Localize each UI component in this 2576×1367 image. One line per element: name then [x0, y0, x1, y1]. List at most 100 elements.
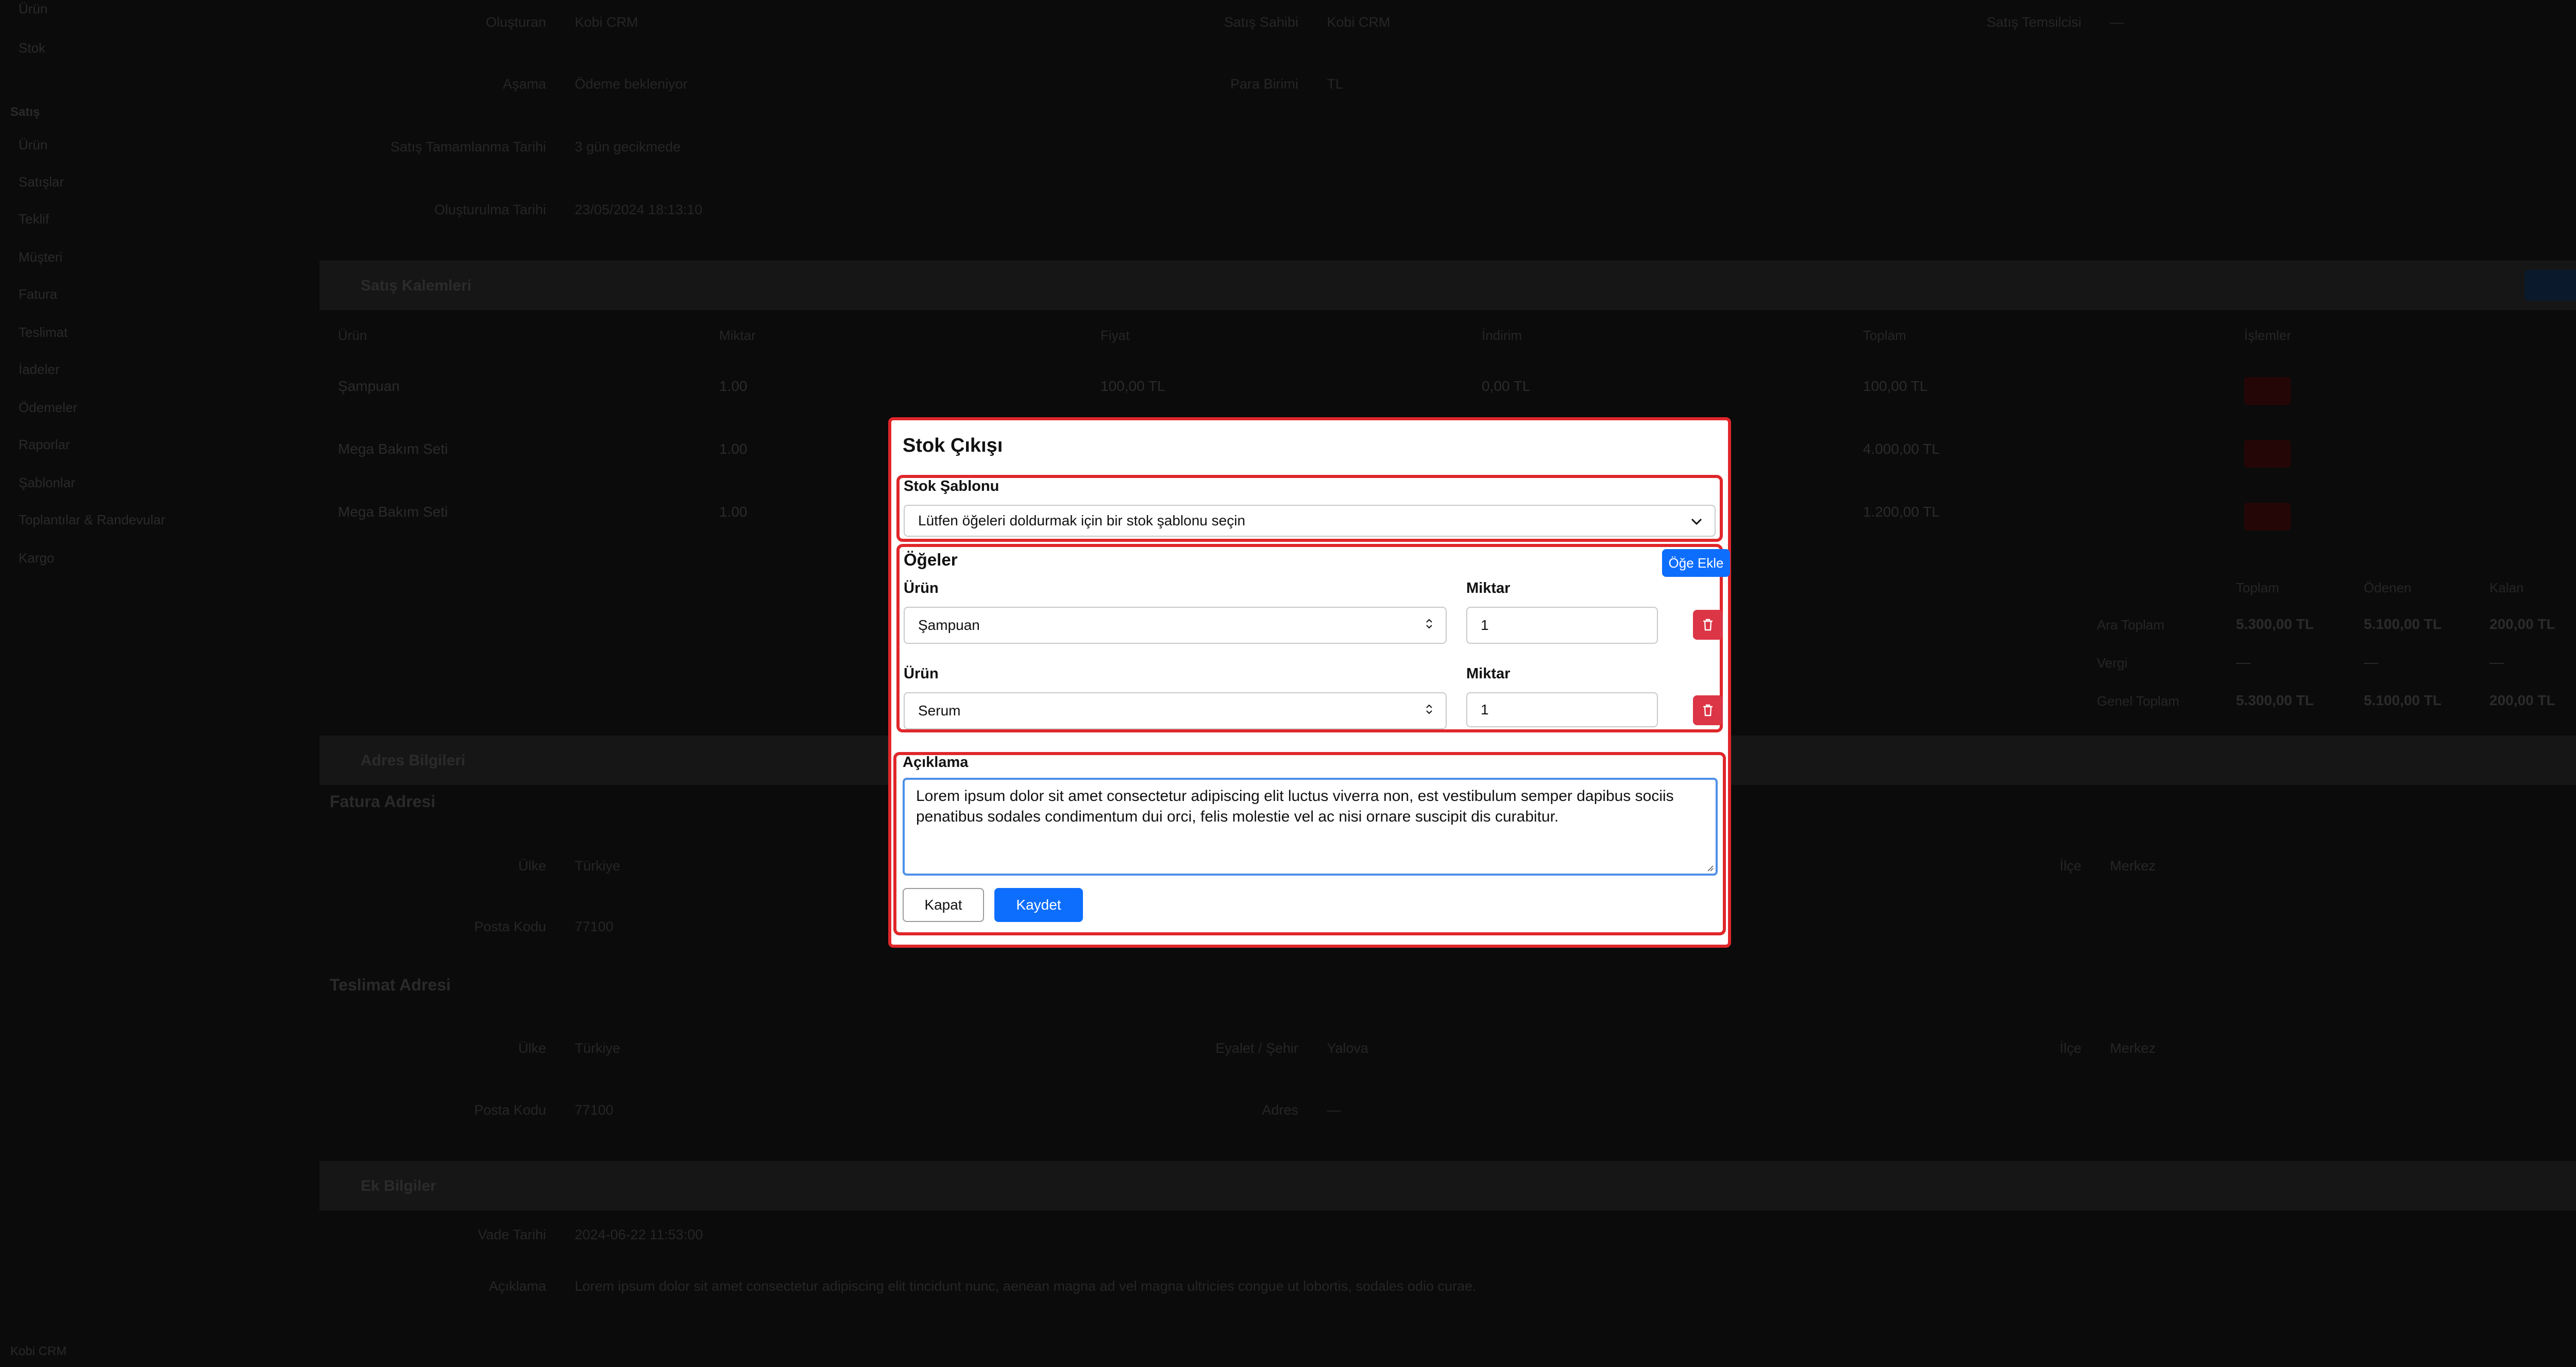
template-section: Stok Şablonu Lütfen öğeleri doldurmak iç… — [896, 475, 1723, 542]
table-cell: 0,00 TL — [1482, 378, 1531, 394]
sidebar-item[interactable]: Müşteri — [19, 249, 62, 265]
sidebar-item[interactable]: Raporlar — [19, 437, 70, 453]
address-row: Ülke Türkiye — [518, 1040, 621, 1056]
stock-out-modal: Stok Çıkışı Stok Şablonu Lütfen öğeleri … — [888, 417, 1731, 948]
table-cell: Mega Bakım Seti — [338, 441, 448, 457]
totals-value: 5.100,00 TL — [2364, 692, 2442, 708]
delete-row-button[interactable] — [2244, 503, 2291, 531]
table-cell: 100,00 TL — [1100, 378, 1165, 394]
table-header: Fiyat — [1100, 328, 1130, 343]
chevron-down-icon — [1691, 512, 1702, 529]
delete-row-button[interactable] — [2244, 440, 2291, 468]
sidebar-footer: Kobi CRM — [10, 1344, 67, 1358]
description-label: Açıklama — [903, 754, 969, 771]
table-header: İndirim — [1482, 328, 1522, 343]
table-cell: Mega Bakım Seti — [338, 504, 448, 520]
sidebar-item[interactable]: Teslimat — [19, 324, 67, 340]
sidebar-item[interactable]: Stok — [19, 40, 45, 56]
info-row: Oluşturan Kobi CRM — [485, 14, 638, 30]
address-row: Adres — — [1262, 1102, 1341, 1118]
address-row: İlçe Merkez — [2059, 1040, 2156, 1056]
table-cell: 1.00 — [719, 504, 748, 520]
template-label: Stok Şablonu — [904, 478, 999, 494]
totals-value: 5.300,00 TL — [2236, 616, 2314, 632]
sidebar-item[interactable]: Toplantılar & Randevular — [19, 512, 165, 528]
totals-header: Toplam — [2236, 580, 2279, 595]
info-row: Para Birimi TL — [1230, 76, 1344, 92]
sort-arrows-icon — [1425, 617, 1433, 634]
add-product-button[interactable] — [2524, 270, 2576, 301]
info-row: Satış Sahibi Kobi CRM — [1224, 14, 1391, 30]
description-textarea[interactable]: Lorem ipsum dolor sit amet consectetur a… — [903, 778, 1718, 876]
product-select[interactable]: Serum — [904, 692, 1447, 729]
sidebar: Ürün Stok Satış Ürün Satışlar Teklif Müş… — [0, 0, 309, 1367]
table-cell: 1.200,00 TL — [1863, 504, 1940, 520]
sidebar-item[interactable]: Ürün — [19, 1, 47, 17]
extra-row: Açıklama Lorem ipsum dolor sit amet cons… — [488, 1278, 1477, 1294]
quantity-input[interactable]: 1 — [1466, 607, 1658, 644]
sidebar-group-title: Satış — [10, 105, 40, 119]
product-select[interactable]: Şampuan — [904, 607, 1447, 644]
delete-item-button[interactable] — [1693, 610, 1723, 640]
delete-row-button[interactable] — [2244, 377, 2291, 405]
trash-icon — [1703, 704, 1713, 716]
section-header: Ek Bilgiler — [319, 1161, 2576, 1210]
sidebar-item[interactable]: Satışlar — [19, 174, 64, 190]
sidebar-item[interactable]: Ürün — [19, 137, 47, 153]
trash-icon — [1703, 619, 1713, 631]
totals-value: 5.300,00 TL — [2236, 692, 2314, 708]
product-label: Ürün — [904, 665, 939, 682]
sidebar-item[interactable]: Kargo — [19, 550, 54, 566]
save-button[interactable]: Kaydet — [994, 888, 1083, 922]
totals-value: — — [2364, 654, 2378, 670]
sidebar-item[interactable]: Fatura — [19, 286, 57, 302]
modal-title: Stok Çıkışı — [903, 435, 1003, 456]
shipping-address-title: Teslimat Adresi — [330, 976, 451, 994]
section-header: Satış Kalemleri — [319, 261, 2576, 310]
table-header: Miktar — [719, 328, 756, 343]
sidebar-item[interactable]: Ödemeler — [19, 400, 77, 416]
totals-label: Ara Toplam — [2097, 617, 2165, 633]
billing-address-title: Fatura Adresi — [330, 792, 436, 811]
table-header: Toplam — [1863, 328, 1906, 343]
quantity-label: Miktar — [1466, 665, 1511, 682]
delete-item-button[interactable] — [1693, 695, 1723, 725]
quantity-label: Miktar — [1466, 580, 1511, 596]
description-text: Lorem ipsum dolor sit amet consectetur a… — [916, 788, 1674, 825]
sidebar-item[interactable]: Teklif — [19, 211, 49, 227]
template-select[interactable]: Lütfen öğeleri doldurmak için bir stok ş… — [904, 505, 1716, 537]
totals-value: 200,00 TL — [2489, 692, 2555, 708]
template-select-value: Lütfen öğeleri doldurmak için bir stok ş… — [918, 512, 1246, 528]
totals-header: Kalan — [2489, 580, 2524, 595]
sidebar-item[interactable]: İadeler — [19, 362, 60, 378]
info-row: Satış Tamamlanma Tarihi 3 gün gecikmede — [390, 139, 681, 155]
address-row: İlçe Merkez — [2059, 858, 2156, 874]
table-cell: 100,00 TL — [1863, 378, 1928, 394]
close-button[interactable]: Kapat — [903, 888, 984, 922]
totals-value: — — [2236, 654, 2250, 670]
description-section: Açıklama Lorem ipsum dolor sit amet cons… — [893, 752, 1726, 935]
totals-value: 200,00 TL — [2489, 616, 2555, 632]
items-section: Öğeler Öğe Ekle Ürün Miktar Şampuan 1 Ür… — [896, 544, 1730, 732]
info-row: Aşama Ödeme bekleniyor — [502, 76, 688, 92]
address-row: Posta Kodu 77100 — [474, 1102, 614, 1118]
table-cell: 1.00 — [719, 378, 748, 394]
add-item-button[interactable]: Öğe Ekle — [1662, 549, 1730, 577]
totals-label: Genel Toplam — [2097, 693, 2179, 709]
table-header: Ürün — [338, 328, 367, 343]
sidebar-item[interactable]: Şablonlar — [19, 475, 75, 491]
product-select-value: Serum — [918, 703, 961, 719]
quantity-input[interactable]: 1 — [1466, 692, 1658, 727]
product-label: Ürün — [904, 580, 939, 596]
table-header: İşlemler — [2244, 328, 2292, 343]
address-row: Eyalet / Şehir Yalova — [1215, 1040, 1369, 1056]
address-row: Ülke Türkiye — [518, 858, 621, 874]
info-row: Oluşturulma Tarihi 23/05/2024 18:13:10 — [434, 202, 703, 217]
info-row: Satış Temsilcisi — — [1986, 14, 2124, 30]
address-row: Posta Kodu 77100 — [474, 919, 614, 934]
resize-grip-icon[interactable] — [1706, 864, 1714, 872]
totals-value: — — [2489, 654, 2504, 670]
table-cell: 1.00 — [719, 441, 748, 457]
sort-arrows-icon — [1425, 703, 1433, 719]
items-title: Öğeler — [904, 550, 958, 569]
